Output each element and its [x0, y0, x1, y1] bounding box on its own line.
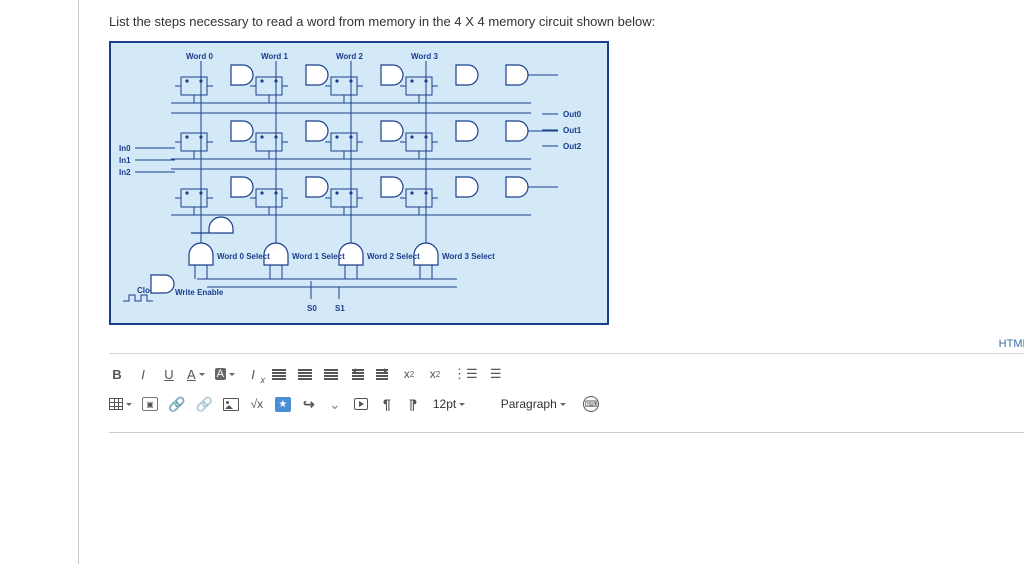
- keyboard-button[interactable]: ⌨: [583, 395, 599, 413]
- table-icon: [109, 398, 123, 410]
- redo-button[interactable]: ↪: [301, 395, 317, 413]
- bold-button[interactable]: B: [109, 365, 125, 383]
- keyboard-icon: ⌨: [583, 396, 599, 412]
- align-left-button[interactable]: [271, 365, 287, 383]
- diagram-label-word3: Word 3: [411, 52, 439, 61]
- embed-button[interactable]: ▣: [142, 395, 158, 413]
- diagram-label-out2: Out2: [563, 142, 582, 151]
- indent-icon: [376, 368, 390, 380]
- outdent-icon: [350, 368, 364, 380]
- bullet-list-button[interactable]: ⋮☰: [453, 365, 478, 383]
- underline-button[interactable]: U: [161, 365, 177, 383]
- diagram-label-write-enable: Write Enable: [175, 288, 224, 297]
- image-button[interactable]: [223, 395, 239, 413]
- diagram-label-word0: Word 0: [186, 52, 214, 61]
- ltr-button[interactable]: ¶: [379, 395, 395, 413]
- link-button[interactable]: 🔗: [168, 395, 185, 413]
- diagram-label-word1: Word 1: [261, 52, 289, 61]
- equation-button[interactable]: √x: [249, 395, 265, 413]
- editor-toolbar: B I U A A Ix x2 x2 ⋮☰ ☰ ▣ 🔗 🔗: [109, 353, 1024, 426]
- diagram-label-sel2: Word 2 Select: [367, 252, 420, 261]
- diagram-label-in2: In2: [119, 168, 131, 177]
- font-size-select[interactable]: 12pt: [431, 395, 467, 413]
- table-button[interactable]: [109, 395, 132, 413]
- subscript-button[interactable]: x2: [427, 365, 443, 383]
- align-center-icon: [298, 368, 312, 380]
- highlight-button[interactable]: A: [215, 365, 235, 383]
- clear-format-button[interactable]: Ix: [245, 365, 261, 383]
- align-left-icon: [272, 368, 286, 380]
- html-editor-label-text: HTML Editor: [999, 338, 1024, 350]
- diagram-label-sel1: Word 1 Select: [292, 252, 345, 261]
- diagram-label-word2: Word 2: [336, 52, 364, 61]
- diagram-label-out0: Out0: [563, 110, 582, 119]
- unlink-button[interactable]: 🔗: [195, 395, 212, 413]
- indent-button[interactable]: [375, 365, 391, 383]
- video-button[interactable]: [353, 395, 369, 413]
- diagram-label-in0: In0: [119, 144, 131, 153]
- diagram-label-s0: S0: [307, 304, 317, 313]
- align-right-icon: [324, 368, 338, 380]
- diagram-label-sel0: Word 0 Select: [217, 252, 270, 261]
- number-list-button[interactable]: ☰: [488, 365, 504, 383]
- embed-icon: ▣: [142, 397, 158, 411]
- align-right-button[interactable]: [323, 365, 339, 383]
- diagram-label-out1: Out1: [563, 126, 582, 135]
- rtl-button[interactable]: ¶: [405, 395, 421, 413]
- align-center-button[interactable]: [297, 365, 313, 383]
- media-icon: ★: [275, 397, 291, 412]
- play-icon: [354, 398, 368, 410]
- image-icon: [223, 398, 239, 411]
- expand-button[interactable]: ⌄: [327, 395, 343, 413]
- diagram-label-in1: In1: [119, 156, 131, 165]
- html-editor-toggle[interactable]: HTML Editor: [999, 338, 1024, 350]
- outdent-button[interactable]: [349, 365, 365, 383]
- highlight-icon: A: [215, 368, 226, 380]
- insert-media-button[interactable]: ★: [275, 395, 291, 413]
- question-text: List the steps necessary to read a word …: [109, 14, 1024, 29]
- rich-text-editor[interactable]: [109, 432, 1024, 482]
- memory-circuit-diagram: Word 0 Word 1 Word 2 Word 3: [109, 41, 609, 325]
- diagram-label-sel3: Word 3 Select: [442, 252, 495, 261]
- italic-button[interactable]: I: [135, 365, 151, 383]
- diagram-label-s1: S1: [335, 304, 345, 313]
- paragraph-select[interactable]: Paragraph: [493, 395, 573, 413]
- superscript-button[interactable]: x2: [401, 365, 417, 383]
- font-color-button[interactable]: A: [187, 365, 205, 383]
